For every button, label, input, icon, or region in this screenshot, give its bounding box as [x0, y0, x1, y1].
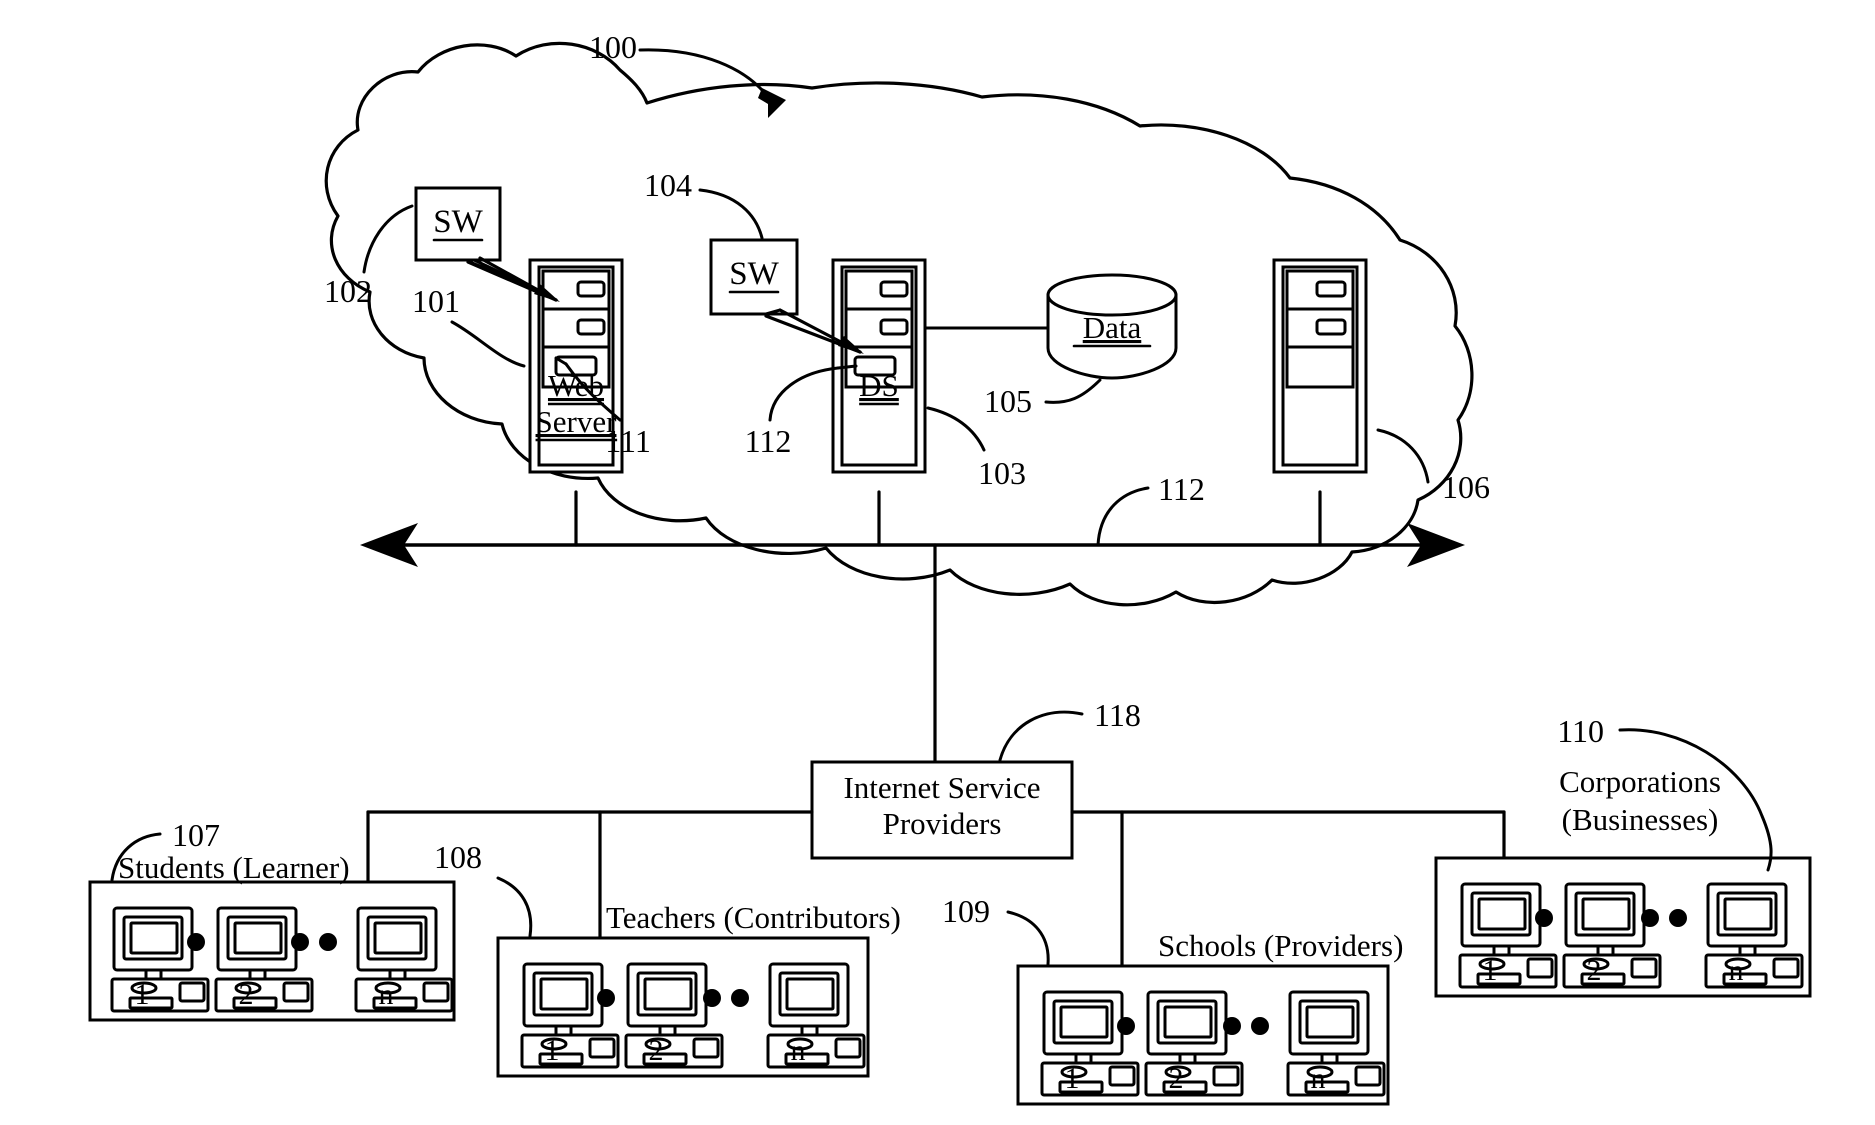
- schools-group-label: Schools (Providers): [1158, 928, 1403, 963]
- ds-server-sw-label: SW: [729, 256, 779, 292]
- teachers-pc-2-number: 2: [649, 1034, 664, 1067]
- corporations-ellipsis-dot-1: [1535, 909, 1553, 927]
- students-pc-1-number: 1: [135, 978, 150, 1011]
- students-pc-2-number: 2: [239, 978, 254, 1011]
- schools-pc-1-number: 1: [1065, 1062, 1080, 1095]
- corporations-ellipsis-dot-3: [1669, 909, 1687, 927]
- schools-pc-n-number: n: [1311, 1062, 1326, 1095]
- ref-106-label: 106: [1442, 469, 1490, 505]
- data-store-label: Data: [1083, 310, 1142, 345]
- schools-ellipsis-dot-1: [1117, 1017, 1135, 1035]
- teachers-ellipsis-dot-1: [597, 989, 615, 1007]
- teachers-pc-n-number: n: [791, 1034, 806, 1067]
- ref-107-label: 107: [172, 817, 220, 853]
- teachers-ellipsis-dot-2: [703, 989, 721, 1007]
- ds-server-label-line1: DS: [859, 368, 899, 403]
- patent-figure: 100 112 Web Server SW 102 101 111 DS SW …: [0, 0, 1875, 1125]
- corporations-group-label-line1: Corporations: [1559, 764, 1721, 799]
- ref-112-ds-label: 112: [745, 423, 792, 459]
- ref-118-label: 118: [1094, 697, 1141, 733]
- schools-ellipsis-dot-3: [1251, 1017, 1269, 1035]
- ref-112-slot-link: [836, 364, 858, 370]
- students-group-label: Students (Learner): [118, 850, 350, 885]
- students-ellipsis-dot-3: [319, 933, 337, 951]
- teachers-pc-1-number: 1: [545, 1034, 560, 1067]
- ref-103-label: 103: [978, 455, 1026, 491]
- third-server-node: [1272, 258, 1368, 474]
- web-server-sw-label: SW: [433, 204, 483, 240]
- corporations-pc-2-number: 2: [1587, 954, 1602, 987]
- corporations-ellipsis-dot-2: [1641, 909, 1659, 927]
- corporations-pc-n-number: n: [1729, 954, 1744, 987]
- ref-110-label: 110: [1557, 713, 1604, 749]
- ref-101-label: 101: [412, 283, 460, 319]
- schools-ellipsis-dot-2: [1223, 1017, 1241, 1035]
- isp-label-line1: Internet Service: [843, 770, 1040, 805]
- students-ellipsis-dot-2: [291, 933, 309, 951]
- corporations-group-label-line2: (Businesses): [1562, 802, 1719, 837]
- students-ellipsis-dot-1: [187, 933, 205, 951]
- teachers-ellipsis-dot-3: [731, 989, 749, 1007]
- ref-109-label: 109: [942, 893, 990, 929]
- diagram-canvas: 100 112 Web Server SW 102 101 111 DS SW …: [88, 29, 1812, 1106]
- corporations-pc-1-number: 1: [1483, 954, 1498, 987]
- schools-pc-2-number: 2: [1169, 1062, 1184, 1095]
- ref-102-label: 102: [324, 273, 372, 309]
- ref-104-label: 104: [644, 167, 692, 203]
- teachers-group-label: Teachers (Contributors): [606, 900, 901, 935]
- students-pc-n-number: n: [379, 978, 394, 1011]
- ref-100-label: 100: [589, 29, 637, 65]
- ref-108-leader: [496, 876, 533, 938]
- ref-109-leader: [1006, 910, 1050, 966]
- ref-105-label: 105: [984, 383, 1032, 419]
- ref-108-label: 108: [434, 839, 482, 875]
- ref-118-leader: [998, 710, 1084, 762]
- ref-112-bus-label: 112: [1158, 471, 1205, 507]
- isp-label-line2: Providers: [883, 806, 1002, 841]
- ref-110-leader: [1618, 728, 1773, 872]
